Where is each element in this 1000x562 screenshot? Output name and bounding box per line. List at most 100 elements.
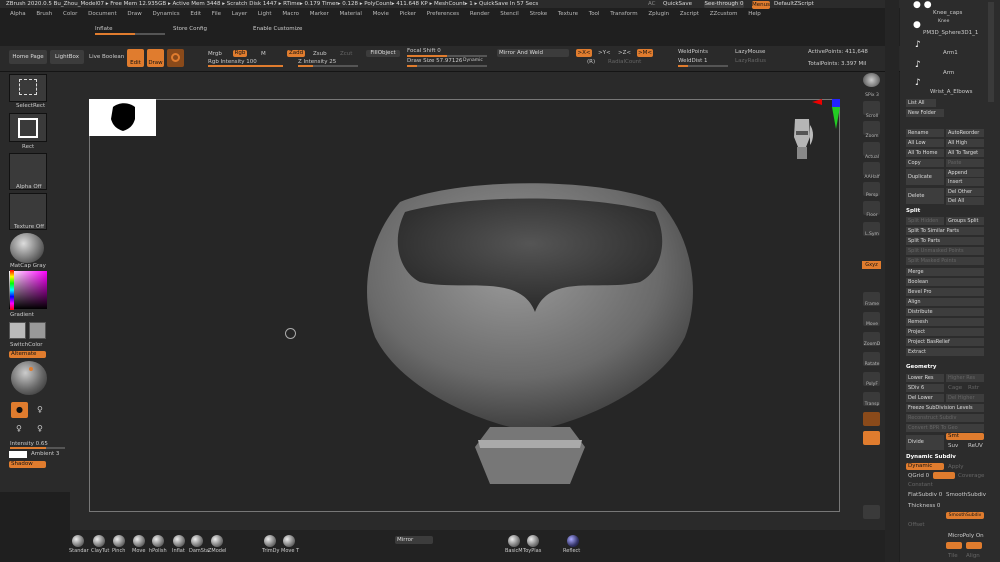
lightbox-button[interactable]: LightBox [50, 50, 84, 64]
split-hidden-button[interactable]: Split Hidden [906, 217, 944, 225]
tile-button[interactable]: Tile [948, 553, 958, 559]
z-axis-button[interactable]: >Z< [618, 50, 631, 56]
merge-button[interactable]: Merge [906, 268, 984, 276]
split-unmasked-button[interactable]: Split Unmasked Points [906, 247, 984, 255]
offset-slider[interactable]: Offset [908, 522, 925, 528]
dynamic-subdiv-header[interactable]: Dynamic Subdiv [906, 454, 956, 460]
insert-button[interactable]: Insert [946, 178, 984, 186]
menu-material[interactable]: Material [340, 11, 362, 17]
split-section-header[interactable]: Split [906, 208, 920, 214]
navigation-thumbnail[interactable] [89, 99, 156, 136]
sculpt-model[interactable] [360, 172, 700, 492]
weld-dist-slider[interactable]: WeldDist 1 [678, 58, 708, 64]
zadd-button[interactable]: Zadd [287, 50, 305, 57]
mirror-and-weld-button[interactable]: Mirror And Weld [497, 49, 569, 57]
alternate-button[interactable]: Alternate [9, 351, 46, 358]
mrgb-button[interactable]: Mrgb [208, 51, 222, 57]
menu-texture[interactable]: Texture [558, 11, 578, 17]
bevel-pro-button[interactable]: Bevel Pro [906, 288, 984, 296]
inflate-slider-track[interactable] [95, 33, 165, 35]
lazy-mouse-button[interactable]: LazyMouse [735, 49, 765, 55]
dynamic-icon[interactable] [863, 412, 880, 426]
convert-bpr-button[interactable]: Convert BPR To Geo [906, 424, 984, 432]
store-config-button[interactable]: Store Config [173, 26, 207, 32]
groups-split-button[interactable]: Groups Split [946, 217, 984, 225]
subtool-name-1[interactable]: Knee_caps [933, 10, 962, 16]
new-folder-button[interactable]: New Folder [906, 109, 944, 117]
coverage-button[interactable]: Coverage [958, 473, 984, 479]
select-rect-tile[interactable] [9, 74, 47, 102]
menu-transform[interactable]: Transform [610, 11, 637, 17]
default-zscript-button[interactable]: DefaultZScript [774, 1, 814, 7]
light-bulb-icon-2[interactable]: ♀ [37, 405, 43, 414]
quicksave-button[interactable]: QuickSave [663, 1, 692, 7]
menu-tool[interactable]: Tool [589, 11, 600, 17]
scroll-icon[interactable] [863, 101, 880, 115]
del-higher-button[interactable]: Del Higher [946, 394, 984, 402]
secondary-color-swatch[interactable] [29, 322, 46, 339]
subtool-name-2[interactable]: PM3D_Sphere3D1_1 [923, 30, 978, 36]
reconstruct-subdiv-button[interactable]: Reconstruct Subdiv [906, 414, 984, 422]
menu-stencil[interactable]: Stencil [500, 11, 519, 17]
standard-brush-icon[interactable] [72, 535, 84, 547]
qgrid-slider[interactable]: QGrid 0 [908, 473, 929, 479]
distribute-button[interactable]: Distribute [906, 308, 984, 316]
split-parts-button[interactable]: Split To Parts [906, 237, 984, 245]
solo-icon[interactable] [863, 431, 880, 445]
align-button[interactable]: Align [906, 298, 984, 306]
menu-edit[interactable]: Edit [190, 11, 201, 17]
menu-stroke[interactable]: Stroke [530, 11, 548, 17]
live-boolean-button[interactable]: Live Boolean [89, 54, 124, 60]
rgb-button[interactable]: Rgb [233, 50, 247, 57]
micropoly-button[interactable]: MicroPoly On [948, 533, 984, 539]
menu-brush[interactable]: Brush [36, 11, 52, 17]
m-button[interactable]: M [261, 51, 266, 57]
remesh-button[interactable]: Remesh [906, 318, 984, 326]
smt-subdiv-toggle[interactable]: SmoothSubdiv [946, 512, 984, 519]
lazy-radius-slider[interactable]: LazyRadius [735, 58, 766, 64]
smt-toggle[interactable]: Smt [946, 433, 984, 440]
extract-button[interactable]: Extract [906, 348, 984, 356]
thickness-slider[interactable]: Thickness 0 [908, 503, 940, 509]
basic-material-icon[interactable] [508, 535, 520, 547]
suv-toggle[interactable]: Suv [948, 443, 958, 449]
auto-reorder-button[interactable]: AutoReorder [946, 129, 984, 137]
smooth-subdiv-slider[interactable]: SmoothSubdiv [946, 492, 986, 498]
toyplastic-material-icon[interactable] [527, 535, 539, 547]
move-gizmo-button[interactable] [167, 49, 184, 67]
inflate-brush-icon[interactable] [173, 535, 185, 547]
draw-button[interactable]: Draw [147, 49, 164, 67]
subtool-name-3[interactable]: Arm1 [943, 50, 958, 56]
aahalf-icon[interactable] [863, 162, 880, 176]
list-all-button[interactable]: List All [906, 99, 936, 107]
menu-marker[interactable]: Marker [310, 11, 329, 17]
split-masked-button[interactable]: Split Masked Points [906, 257, 984, 265]
reflect-material-icon[interactable] [567, 535, 579, 547]
cage-button[interactable]: Cage [948, 385, 962, 391]
radial-count-slider[interactable]: RadialCount [608, 59, 641, 65]
weld-dist-track[interactable] [678, 65, 728, 67]
apply-button[interactable]: Apply [948, 464, 964, 470]
move-topological-brush-icon[interactable] [283, 535, 295, 547]
split-similar-button[interactable]: Split To Similar Parts [906, 227, 984, 235]
menu-file[interactable]: File [212, 11, 221, 17]
menu-help[interactable]: Help [748, 11, 761, 17]
y-axis-button[interactable]: >Y< [598, 50, 611, 56]
menu-light[interactable]: Light [258, 11, 272, 17]
ambient-swatch[interactable] [9, 451, 27, 458]
rstr-button[interactable]: Rstr [968, 385, 979, 391]
edit-button[interactable]: Edit [127, 49, 144, 67]
duplicate-button[interactable]: Duplicate [906, 169, 944, 185]
switch-color-button[interactable]: SwitchColor [10, 342, 43, 348]
trimdynamic-brush-icon[interactable] [264, 535, 276, 547]
axis-gizmo[interactable] [810, 99, 842, 167]
light-bulb-icon-3[interactable]: ♀ [16, 424, 22, 433]
geometry-section-header[interactable]: Geometry [906, 364, 936, 370]
light-bulb-icon-4[interactable]: ♀ [37, 424, 43, 433]
boolean-button[interactable]: Boolean [906, 278, 984, 286]
sdiv-slider[interactable]: SDiv 6 [906, 384, 944, 392]
menu-alpha[interactable]: Alpha [10, 11, 26, 17]
damstandard-brush-icon[interactable] [191, 535, 203, 547]
menu-preferences[interactable]: Preferences [427, 11, 459, 17]
project-basrelief-button[interactable]: Project BasRelief [906, 338, 984, 346]
